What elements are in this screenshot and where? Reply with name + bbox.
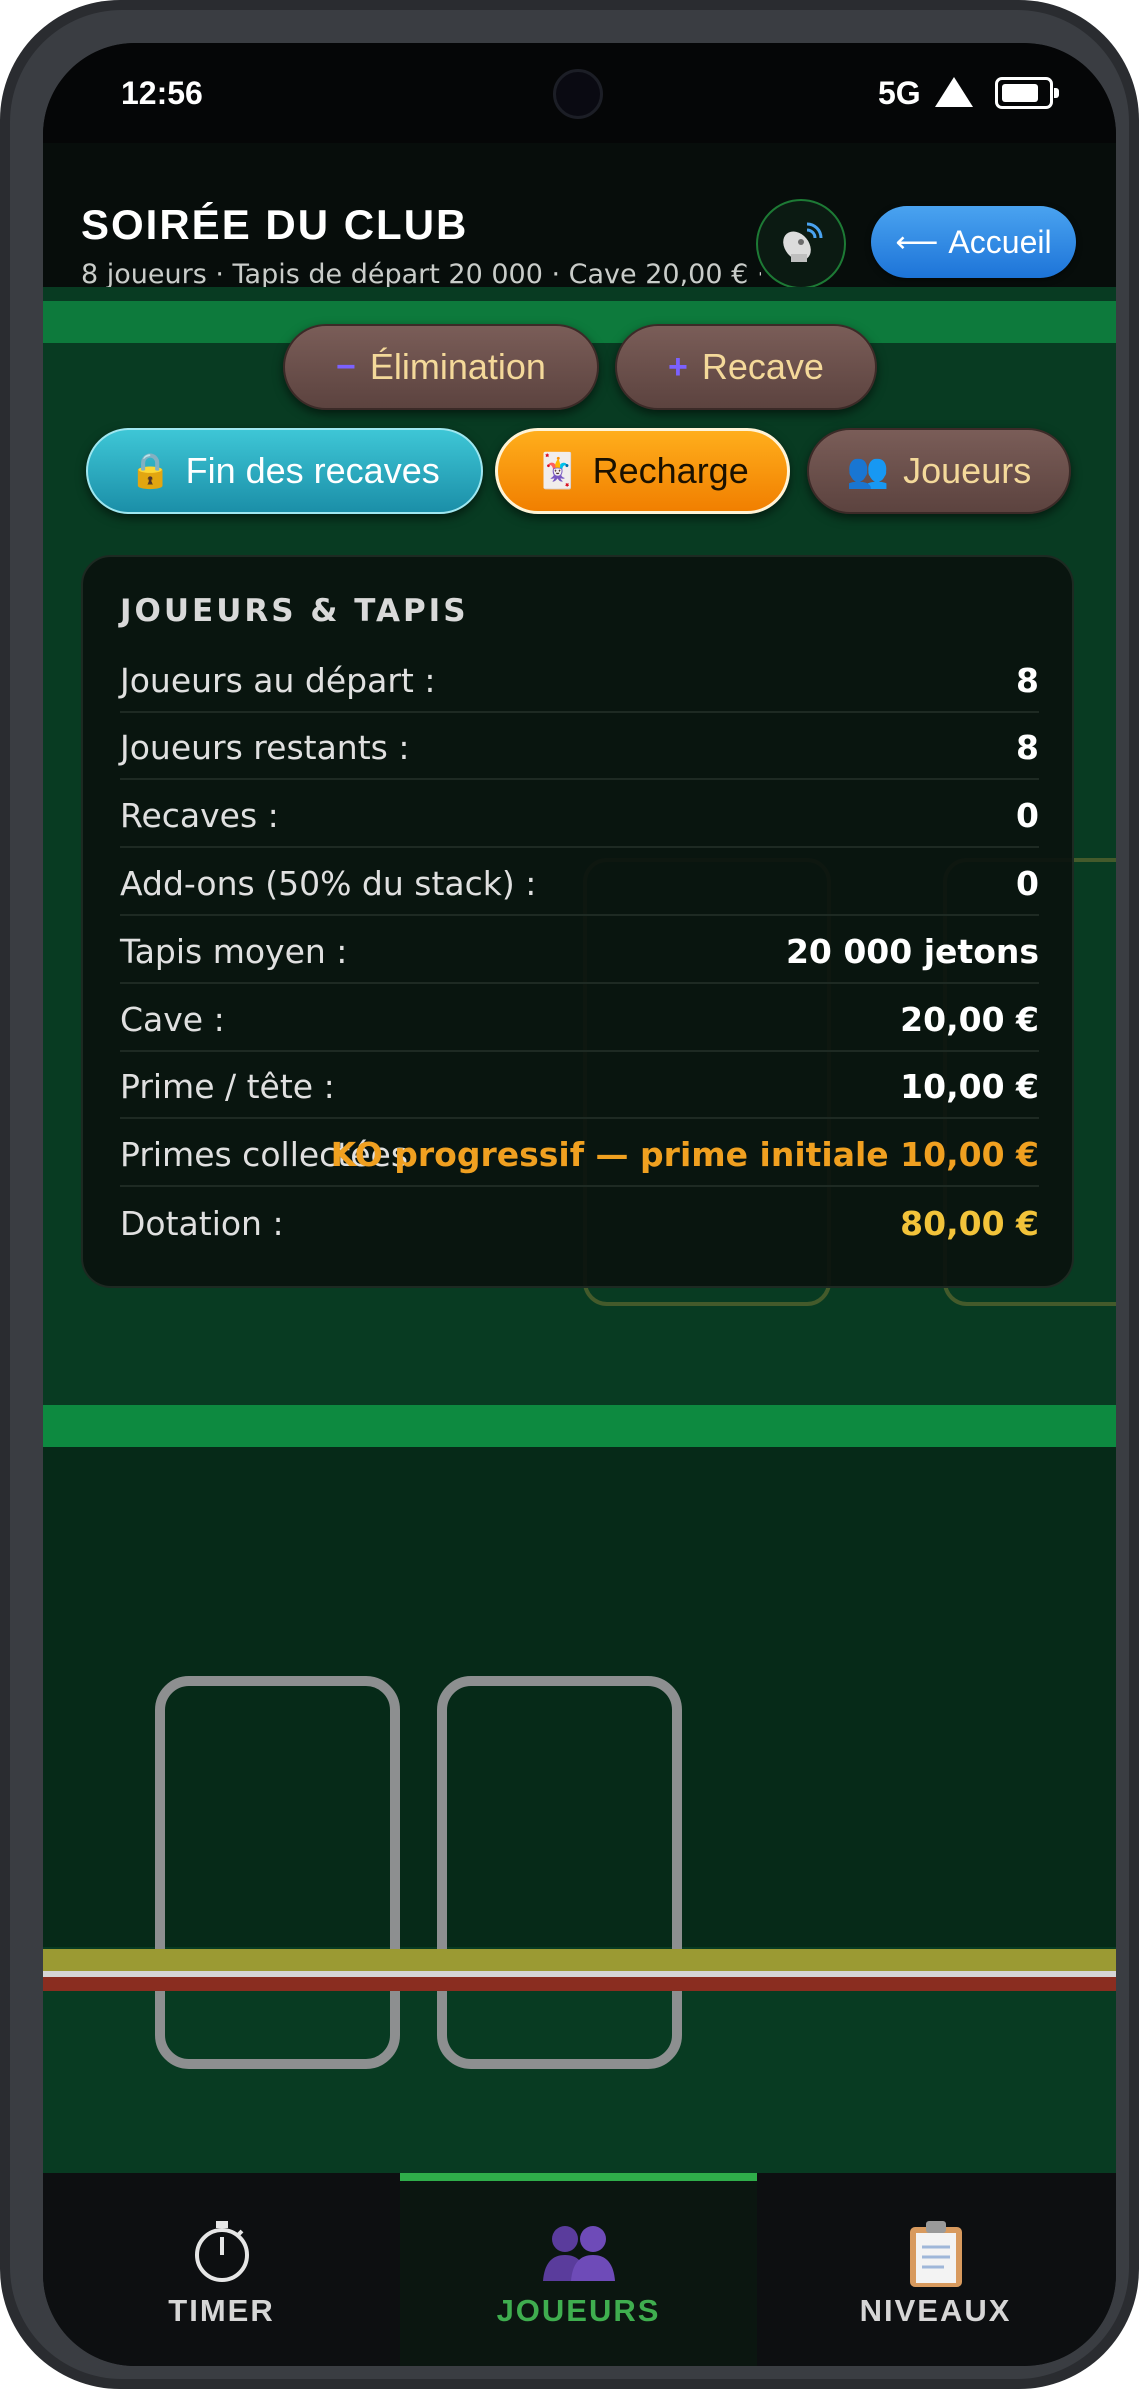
end-rebuys-button[interactable]: 🔒 Fin des recaves: [86, 428, 483, 514]
stat-value: 20,00 €: [900, 1000, 1039, 1039]
stat-value: 80,00 €: [900, 1204, 1039, 1243]
page-title: SOIRÉE DU CLUB: [81, 201, 469, 248]
stat-value: 8: [1016, 661, 1039, 700]
players-icon: 👥: [846, 452, 890, 490]
stat-label: Prime / tête :: [120, 1067, 335, 1106]
plus-icon: +: [668, 347, 688, 386]
stat-row: Joueurs au départ : 8: [120, 647, 1039, 713]
stat-label: Recaves :: [120, 796, 279, 835]
status-bar: 12:56 5G: [43, 43, 1116, 143]
tab-players[interactable]: JOUEURS: [400, 2173, 757, 2366]
stat-label: Cave :: [120, 1000, 225, 1039]
phone-bezel: 12:56 5G SOIRÉE DU CLUB 8 joueurs · Tapi…: [10, 10, 1129, 2379]
recave-label: Recave: [701, 346, 824, 387]
stat-row: Cave : 20,00 €: [120, 986, 1039, 1052]
stat-label: Joueurs restants :: [120, 728, 410, 767]
felt-band: [43, 1405, 1116, 1447]
stat-value: 10,00 €: [900, 1067, 1039, 1106]
table-rail: [43, 1977, 1116, 1991]
home-button[interactable]: ⟵ Accueil: [871, 206, 1076, 278]
stat-label: Dotation :: [120, 1204, 284, 1243]
stat-row: Add-ons (50% du stack) : 0: [120, 850, 1039, 916]
recharge-button[interactable]: 🃏 Recharge: [495, 428, 790, 514]
panel-title: JOUEURS & TAPIS: [120, 593, 469, 629]
elimination-label: Élimination: [369, 346, 546, 387]
stat-row: Primes collectées : KO progressif — prim…: [120, 1121, 1039, 1187]
recharge-label: Recharge: [592, 450, 749, 491]
signal-icon: [935, 77, 973, 107]
tab-label: JOUEURS: [496, 2293, 661, 2328]
stat-row: Recaves : 0: [120, 782, 1039, 848]
active-tab-indicator: [400, 2173, 757, 2181]
tab-label: NIVEAUX: [859, 2293, 1012, 2328]
stat-label: Tapis moyen :: [120, 932, 348, 971]
front-camera: [553, 69, 603, 119]
end-rebuys-label: Fin des recaves: [185, 450, 440, 491]
stat-value: 8: [1016, 728, 1039, 767]
stat-row: Prime / tête : 10,00 €: [120, 1053, 1039, 1119]
tab-levels[interactable]: NIVEAUX: [757, 2173, 1114, 2366]
stat-value: 20 000 jetons: [785, 932, 1039, 971]
players-stacks-panel: JOUEURS & TAPIS Joueurs au départ : 8 Jo…: [81, 555, 1074, 1288]
card-icon: 🃏: [536, 452, 579, 490]
status-time: 12:56: [121, 75, 203, 111]
recave-button[interactable]: + Recave: [615, 324, 877, 410]
stat-row: Tapis moyen : 20 000 jetons: [120, 918, 1039, 984]
players-button[interactable]: 👥 Joueurs: [807, 428, 1071, 514]
bottom-nav: TIMER JOUEURS NIVEAUX: [43, 2173, 1116, 2366]
stat-label: Joueurs au départ :: [120, 661, 436, 700]
page-subtitle: 8 joueurs · Tapis de départ 20 000 · Cav…: [81, 259, 761, 290]
app-header: SOIRÉE DU CLUB 8 joueurs · Tapis de dépa…: [43, 143, 1116, 290]
card-outline: [437, 1676, 682, 2069]
tab-label: TIMER: [168, 2293, 275, 2328]
card-outline: [155, 1676, 400, 2069]
players-label: Joueurs: [903, 450, 1032, 491]
clipboard-icon: [757, 2219, 1114, 2303]
lock-icon: 🔒: [129, 452, 172, 490]
elimination-button[interactable]: − Élimination: [283, 324, 599, 410]
phone-frame: 12:56 5G SOIRÉE DU CLUB 8 joueurs · Tapi…: [0, 0, 1139, 2389]
players-icon: [400, 2219, 757, 2297]
network-indicator: 5G: [878, 75, 921, 111]
stat-row: Joueurs restants : 8: [120, 714, 1039, 780]
screen: 12:56 5G SOIRÉE DU CLUB 8 joueurs · Tapi…: [43, 43, 1116, 2366]
table-rail: [43, 1949, 1116, 1971]
home-button-label: Accueil: [948, 223, 1052, 260]
stat-label: Add-ons (50% du stack) :: [120, 864, 537, 903]
tab-timer[interactable]: TIMER: [43, 2173, 400, 2366]
stopwatch-icon: [43, 2219, 400, 2297]
stat-value: 0: [1016, 796, 1039, 835]
satellite-dish-icon: [783, 222, 823, 262]
stat-row: Dotation : 80,00 €: [120, 1190, 1039, 1256]
minus-icon: −: [336, 347, 356, 386]
arrow-left-icon: ⟵: [895, 225, 939, 259]
stat-value: 0: [1016, 864, 1039, 903]
broadcast-button[interactable]: [756, 199, 846, 289]
stat-value: KO progressif — prime initiale 10,00 €: [330, 1135, 1039, 1174]
battery-icon: [995, 77, 1059, 109]
